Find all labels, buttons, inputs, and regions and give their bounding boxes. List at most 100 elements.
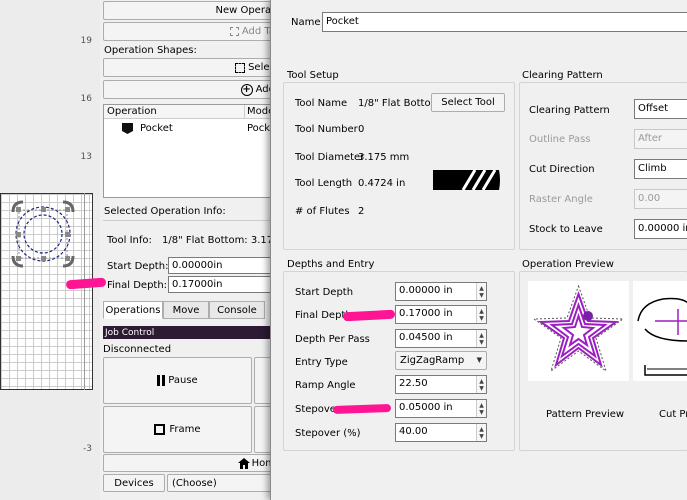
canvas-axis-line [84,193,85,390]
tool-setup-title: Tool Setup [285,70,341,81]
frame-icon [154,424,166,435]
devices-button[interactable]: Devices [103,474,165,492]
clearing-pattern-label: Clearing Pattern [529,105,610,116]
tool-length-label: Tool Length [295,178,353,189]
chevron-down-icon: ▼ [476,356,482,364]
outline-pass-select[interactable]: After [634,129,687,149]
add-tab-icon [229,27,239,36]
devices-select[interactable]: (Choose) [167,474,280,492]
design-canvas[interactable] [0,193,93,390]
stepover-percent-value: 40.00 [399,426,428,437]
tool-info-label: Tool Info: [107,235,152,246]
final-depth-field[interactable]: 0.17000in [168,276,280,293]
stock-to-leave-label: Stock to Leave [529,224,603,235]
tool-name-value: 1/8" Flat Bottom [358,98,441,109]
final-depth-spinbox[interactable]: 0.17000 in ▲ ▼ [395,305,487,324]
frame-button[interactable]: Frame [103,406,252,453]
home-button[interactable]: Hom [103,454,280,472]
start-depth-field[interactable]: 0.00000in [168,257,280,274]
stepover-spinbox[interactable]: 0.05000 in ▲ ▼ [395,399,487,418]
start-depth-spinbox[interactable]: 0.00000 in ▲ ▼ [395,282,487,301]
entry-type-value: ZigZagRamp [400,355,465,366]
tool-number-label: Tool Number [295,124,358,135]
ramp-angle-spinbox[interactable]: 22.50 ▲ ▼ [395,375,487,394]
operations-panel: New Operat Add Ta Operation Shapes: Sele… [100,0,302,500]
cut-direction-value: Climb [638,163,667,174]
pause-icon-bar [162,375,166,386]
stock-to-leave-field[interactable]: 0.00000 in [634,219,687,239]
raster-angle-value: 0.00 [638,193,661,204]
cut-direction-select[interactable]: Climb [634,159,687,179]
panel-tabs: Operations Move Console [103,301,280,319]
column-operation[interactable]: Operation [107,106,157,117]
tool-diameter-value: 3.175 mm [358,152,410,163]
add-shapes-button[interactable]: + Add [103,80,280,99]
final-depth-value: 0.17000 in [399,308,453,319]
depth-per-pass-spinbox[interactable]: 0.04500 in ▲ ▼ [395,329,487,348]
ramp-angle-value: 22.50 [399,378,428,389]
stepover-percent-spinbox[interactable]: 40.00 ▲ ▼ [395,423,487,442]
start-depth-label: Start Depth [295,287,354,298]
tab-move-label: Move [172,304,200,316]
clearing-pattern-select[interactable]: Offset [634,99,687,119]
spin-arrows-icon[interactable]: ▲ ▼ [476,330,486,347]
ruler-tick: 13 [80,152,92,162]
ruler-tick: -3 [83,444,92,454]
operation-dialog: Name Pocket Tool Setup Tool Name 1/8" Fl… [270,0,687,500]
outline-pass-label: Outline Pass [529,134,591,145]
final-depth-value: 0.17000in [172,279,223,290]
tool-diameter-label: Tool Diameter [295,152,365,163]
start-depth-value: 0.00000 in [399,285,453,296]
pocket-shape-icon [122,123,133,134]
clearing-pattern-value: Offset [638,103,669,114]
cut-preview-image [633,281,687,381]
spin-arrows-icon[interactable]: ▲ ▼ [476,283,486,300]
operation-row[interactable]: Pocket Pocke [104,121,281,137]
new-operation-button[interactable]: New Operat [103,1,280,20]
ruler-tick: 19 [80,36,92,46]
pattern-preview-label: Pattern Preview [546,409,625,420]
select-shapes-button[interactable]: Selec [103,58,280,77]
pause-icon [157,375,161,386]
tab-operations-label: Operations [105,304,161,316]
outline-pass-value: After [638,133,663,144]
column-divider [244,105,245,119]
frame-label: Frame [169,424,201,435]
raster-angle-label: Raster Angle [529,194,593,205]
entry-type-select[interactable]: ZigZagRamp ▼ [395,351,487,370]
tab-operations[interactable]: Operations [103,301,163,319]
clearing-pattern-title: Clearing Pattern [520,70,605,81]
tool-length-value: 0.4724 in [358,178,406,189]
cut-preview-label: Cut Pre [659,409,687,420]
operation-name: Pocket [140,123,173,134]
spin-arrows-icon[interactable]: ▲ ▼ [476,424,486,441]
raster-angle-field[interactable]: 0.00 [634,189,687,209]
add-tab-button[interactable]: Add Ta [103,22,280,41]
select-tool-label: Select Tool [441,97,495,108]
spin-arrows-icon[interactable]: ▲ ▼ [476,400,486,417]
ruler-tick: 16 [80,94,92,104]
depths-entry-title: Depths and Entry [285,259,377,270]
spin-arrows-icon[interactable]: ▲ ▼ [476,376,486,393]
pause-button[interactable]: Pause [103,357,252,404]
name-field[interactable]: Pocket [322,12,687,32]
tool-name-label: Tool Name [295,98,348,109]
flutes-label: # of Flutes [295,206,350,217]
new-operation-label: New Operat [215,5,275,16]
select-tool-button[interactable]: Select Tool [431,93,505,112]
operations-list-header: Operation Mode [104,105,281,119]
tab-console[interactable]: Console [209,301,265,319]
selected-shape[interactable] [1,194,94,391]
pattern-preview-image [528,281,629,381]
tab-move[interactable]: Move [163,301,209,319]
spin-arrows-icon[interactable]: ▲ ▼ [476,306,486,323]
stock-to-leave-value: 0.00000 in [638,223,687,234]
stepover-value: 0.05000 in [399,402,453,413]
tool-number-value: 0 [358,124,365,135]
operations-list[interactable]: Operation Mode Pocket Pocke [103,104,281,198]
plus-circle-icon: + [240,83,253,96]
job-control-label: Job Control [105,327,155,338]
pause-label: Pause [168,375,198,386]
selected-operation-info-label: Selected Operation Info: [104,206,226,217]
ramp-angle-label: Ramp Angle [295,380,356,391]
